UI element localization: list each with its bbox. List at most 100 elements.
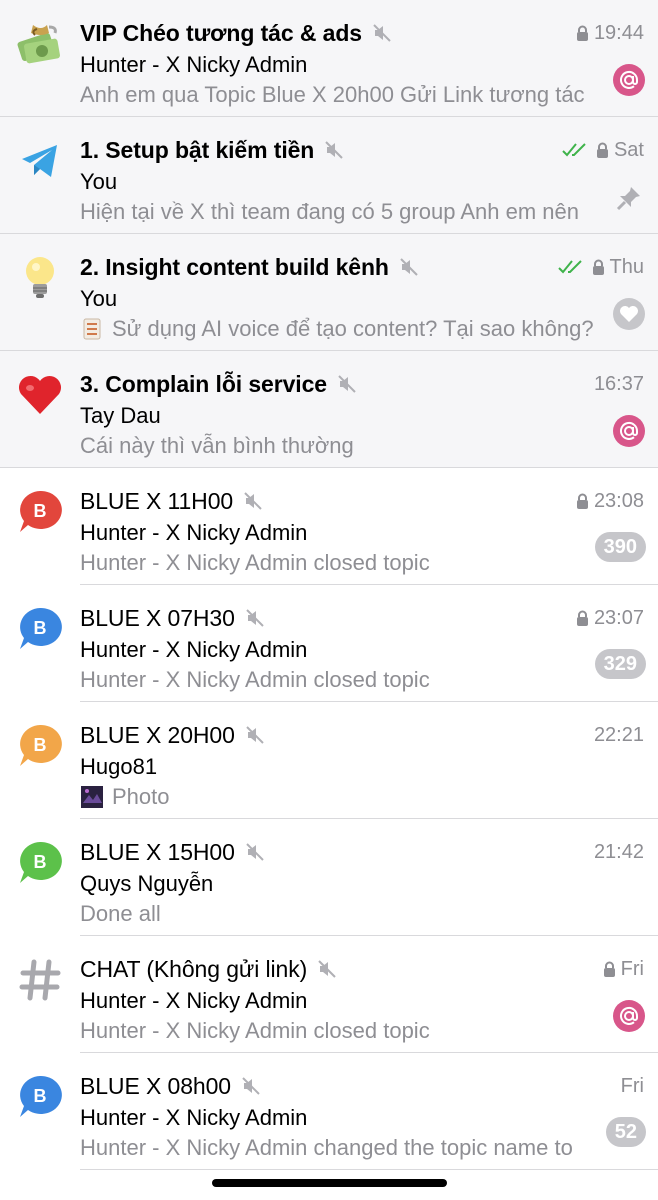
- sender-name: Hunter - X Nicky Admin: [80, 520, 308, 545]
- red-heart-icon: [14, 369, 66, 421]
- telegram-plane-icon: [14, 135, 66, 187]
- time-label: 19:44: [593, 21, 644, 44]
- sender-name: You: [80, 286, 118, 311]
- lock-icon: [596, 142, 608, 158]
- time-label: Sat: [613, 138, 644, 161]
- topic-bubble-icon: B: [14, 1071, 66, 1123]
- sender-name: Hugo81: [80, 754, 158, 779]
- mention-badge: [613, 415, 645, 447]
- topic-row-insight[interactable]: 2. Insight content build kênh Thu You Sử…: [0, 234, 658, 351]
- time-label: Fri: [620, 957, 644, 980]
- time-label: Fri: [620, 1074, 644, 1097]
- topic-title: CHAT (Không gửi link): [80, 955, 308, 982]
- message-preview: Hunter - X Nicky Admin closed topic: [80, 550, 430, 575]
- sender-name: You: [80, 169, 118, 194]
- topic-title: BLUE X 08h00: [80, 1072, 231, 1099]
- lock-icon: [603, 961, 615, 977]
- topic-row-blue-07h30[interactable]: B BLUE X 07H30 23:07 Hunter - X Nicky Ad…: [0, 585, 658, 702]
- muted-icon: [400, 258, 418, 276]
- topic-bubble-icon: B: [14, 720, 66, 772]
- muted-icon: [246, 843, 264, 861]
- time-label: 21:42: [593, 840, 644, 863]
- mention-badge: [613, 64, 645, 96]
- message-preview: Anh em qua Topic Blue X 20h00 Gửi Link t…: [80, 82, 585, 107]
- at-icon: [620, 71, 639, 89]
- message-preview: Hiện tại về X thì team đang có 5 group A…: [80, 199, 579, 224]
- muted-icon: [318, 960, 336, 978]
- svg-text:B: B: [34, 1086, 47, 1106]
- sender-name: Hunter - X Nicky Admin: [80, 637, 308, 662]
- sender-name: Hunter - X Nicky Admin: [80, 988, 308, 1013]
- at-icon: [620, 1007, 639, 1025]
- topic-title: BLUE X 20H00: [80, 721, 235, 748]
- at-icon: [620, 422, 639, 440]
- lightbulb-icon: [14, 252, 66, 304]
- message-preview: Hunter - X Nicky Admin changed the topic…: [80, 1135, 573, 1160]
- muted-icon: [244, 492, 262, 510]
- topic-row-blue-08h00[interactable]: B BLUE X 08h00 Fri Hunter - X Nicky Admi…: [0, 1053, 658, 1170]
- sender-name: Quys Nguyễn: [80, 871, 214, 896]
- topic-row-blue-15h00[interactable]: B BLUE X 15H00 21:42 Quys Nguyễn Done al…: [0, 819, 658, 936]
- lock-icon: [592, 259, 604, 275]
- divider: [80, 1169, 658, 1170]
- hash-icon: [14, 954, 66, 1006]
- time-label: 23:07: [593, 606, 644, 629]
- topic-title: BLUE X 07H30: [80, 604, 235, 631]
- topic-row-blue-11h00[interactable]: B BLUE X 11H00 23:08 Hunter - X Nicky Ad…: [0, 468, 658, 585]
- timestamp: 21:42: [594, 837, 644, 867]
- list-emoji-icon: [83, 318, 101, 340]
- svg-text:B: B: [34, 735, 47, 755]
- topic-title: 1. Setup bật kiếm tiền: [80, 136, 315, 163]
- message-preview: Done all: [80, 901, 161, 926]
- lock-icon: [576, 493, 588, 509]
- timestamp: Sat: [562, 135, 644, 165]
- topic-bubble-icon: B: [14, 486, 66, 538]
- message-preview: Sử dụng AI voice để tạo content? Tại sao…: [80, 316, 602, 342]
- topic-bubble-icon: B: [14, 837, 66, 889]
- home-indicator[interactable]: [212, 1179, 447, 1187]
- muted-icon: [246, 726, 264, 744]
- topic-list: VIP Chéo tương tác & ads 19:44 Hunter - …: [0, 0, 658, 1170]
- time-label: 22:21: [593, 723, 644, 746]
- timestamp: 16:37: [594, 369, 644, 399]
- timestamp: 23:08: [576, 486, 644, 516]
- topic-bubble-icon: B: [14, 603, 66, 655]
- message-preview: Hunter - X Nicky Admin closed topic: [80, 667, 430, 692]
- unread-count-badge: 329: [594, 649, 646, 679]
- timestamp: Fri: [621, 1071, 644, 1101]
- lock-icon: [576, 610, 588, 626]
- sender-name: Tay Dau: [80, 403, 161, 428]
- svg-text:B: B: [34, 501, 47, 521]
- time-label: 23:08: [593, 489, 644, 512]
- message-preview: Cái này thì vẫn bình thường: [80, 433, 354, 458]
- sender-name: Hunter - X Nicky Admin: [80, 1105, 308, 1130]
- topic-row-vip[interactable]: VIP Chéo tương tác & ads 19:44 Hunter - …: [0, 0, 658, 117]
- read-checks-icon: [557, 260, 582, 274]
- muted-icon: [246, 609, 264, 627]
- pin-icon: [616, 187, 640, 211]
- mention-badge: [613, 1000, 645, 1032]
- topic-title: VIP Chéo tương tác & ads: [80, 19, 362, 46]
- svg-text:B: B: [34, 618, 47, 638]
- topic-row-chat[interactable]: CHAT (Không gửi link) Fri Hunter - X Nic…: [0, 936, 658, 1053]
- muted-icon: [338, 375, 356, 393]
- message-preview: Photo: [80, 784, 602, 810]
- message-preview: Hunter - X Nicky Admin closed topic: [80, 1018, 430, 1043]
- reaction-badge: [613, 298, 645, 330]
- timestamp: 22:21: [594, 720, 644, 750]
- time-label: Thu: [609, 255, 644, 278]
- heart-icon: [620, 306, 638, 322]
- topic-title: 3. Complain lỗi service: [80, 370, 327, 397]
- lock-icon: [576, 25, 588, 41]
- topic-row-complain[interactable]: 3. Complain lỗi service 16:37 Tay Dau Cá…: [0, 351, 658, 468]
- muted-icon: [373, 24, 391, 42]
- photo-thumbnail-icon: [81, 786, 103, 808]
- muted-icon: [325, 141, 343, 159]
- timestamp: 23:07: [576, 603, 644, 633]
- topic-row-blue-20h00[interactable]: B BLUE X 20H00 22:21 Hugo81 Photo: [0, 702, 658, 819]
- topic-row-setup[interactable]: 1. Setup bật kiếm tiền Sat You Hiện tại …: [0, 117, 658, 234]
- time-label: 16:37: [593, 372, 644, 395]
- topic-title: 2. Insight content build kênh: [80, 253, 389, 280]
- money-bag-icon: [14, 18, 66, 70]
- timestamp: Fri: [603, 954, 644, 984]
